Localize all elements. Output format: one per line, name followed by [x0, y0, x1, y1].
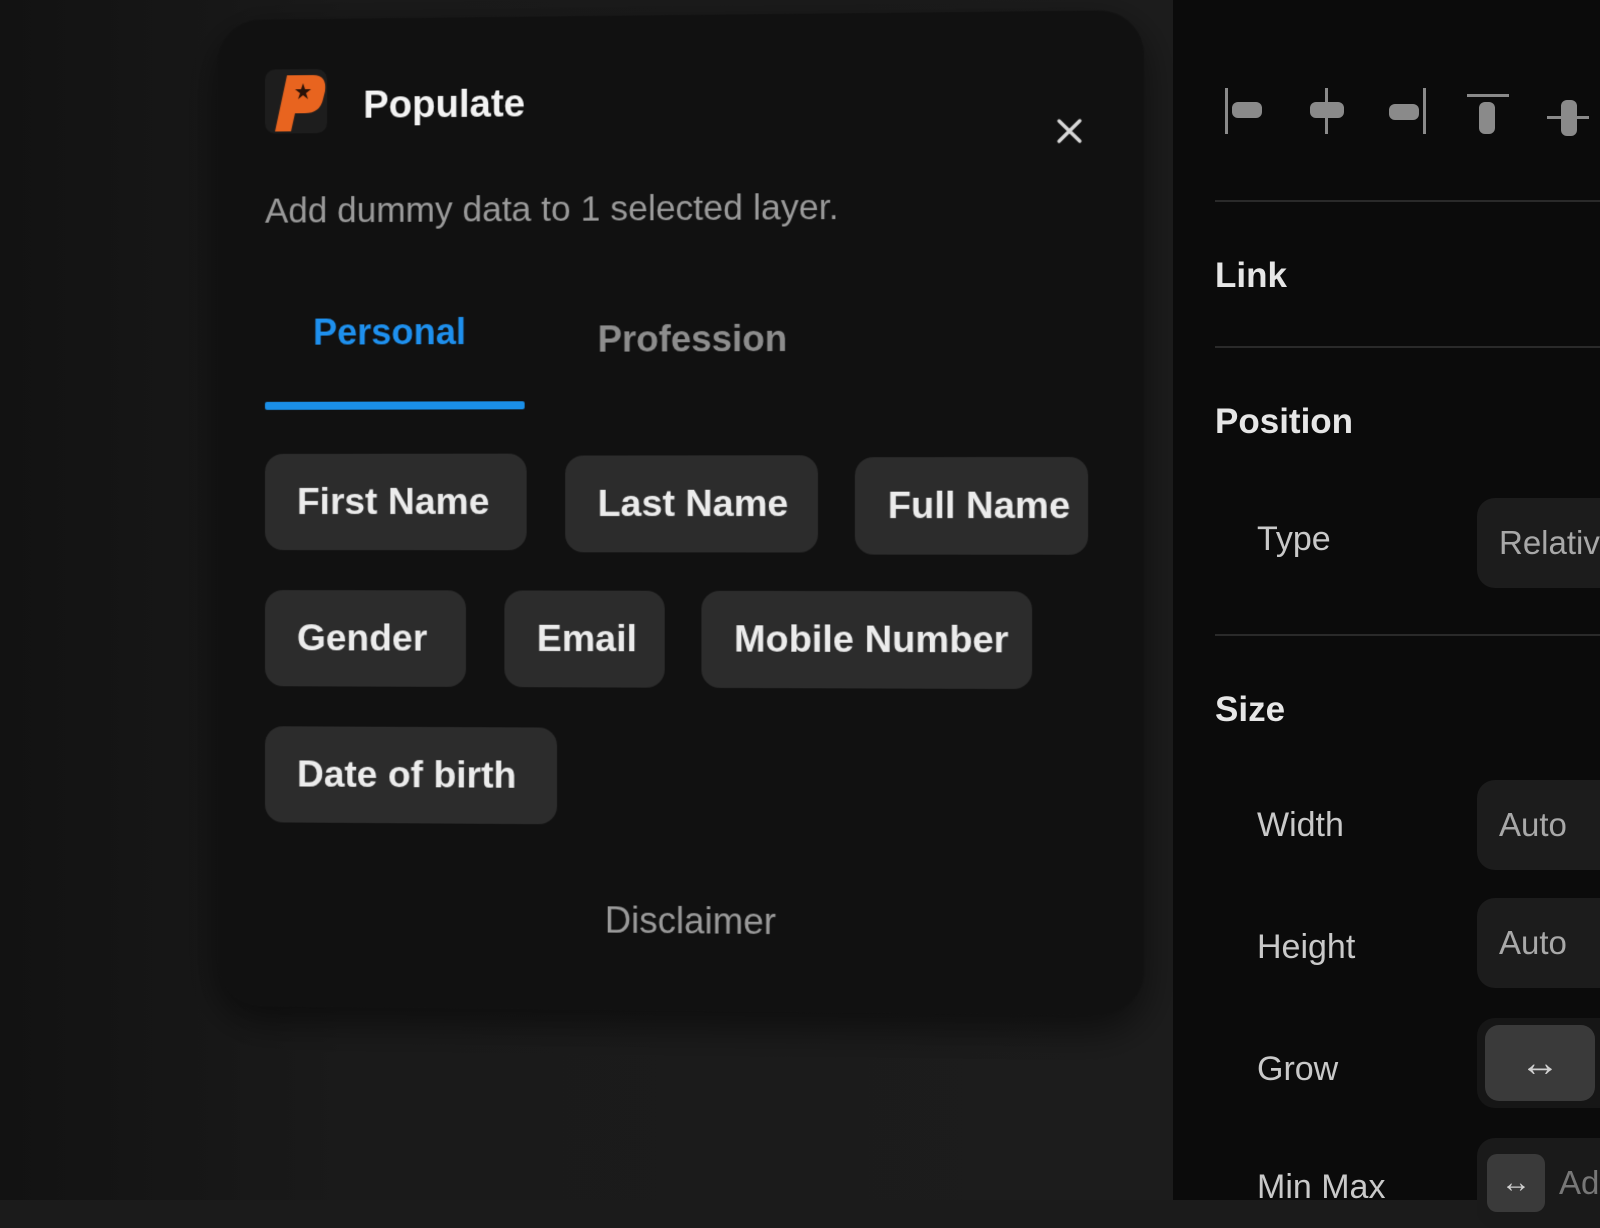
section-title-size: Size [1215, 690, 1286, 729]
section-title-link: Link [1215, 256, 1287, 295]
close-button[interactable] [1049, 110, 1090, 151]
align-horizontal-center-icon[interactable] [1303, 80, 1351, 140]
properties-panel: Link Position Type Relativ Size Width Au… [1173, 0, 1600, 1228]
width-label: Width [1257, 806, 1344, 844]
populate-plugin-modal: Populate Add dummy data to 1 selected la… [217, 10, 1145, 1016]
divider [1215, 200, 1600, 202]
chip-first-name[interactable]: First Name [264, 453, 527, 551]
type-select[interactable]: Relativ [1477, 498, 1600, 588]
min-max-horizontal-icon[interactable]: ↔ [1487, 1154, 1545, 1212]
align-left-icon[interactable] [1223, 80, 1271, 140]
min-max-control: ↔ Ad [1477, 1138, 1600, 1228]
modal-subtitle: Add dummy data to 1 selected layer. [264, 187, 839, 231]
grow-control: ↔ [1477, 1018, 1600, 1108]
grow-label: Grow [1257, 1050, 1339, 1088]
chip-full-name[interactable]: Full Name [854, 456, 1089, 555]
close-icon [1056, 118, 1083, 145]
align-vertical-center-icon[interactable] [1543, 80, 1591, 140]
divider [1215, 346, 1600, 348]
height-label: Height [1257, 928, 1356, 966]
align-top-icon[interactable] [1463, 80, 1511, 140]
modal-title: Populate [363, 83, 526, 127]
chip-gender[interactable]: Gender [264, 590, 467, 687]
chip-mobile-number[interactable]: Mobile Number [701, 590, 1033, 690]
type-label: Type [1257, 520, 1331, 558]
height-input[interactable]: Auto [1477, 898, 1600, 988]
populate-logo-icon [264, 68, 328, 134]
active-tab-indicator [264, 401, 525, 410]
tab-profession[interactable]: Profession [598, 318, 788, 361]
divider [1215, 634, 1600, 636]
width-input[interactable]: Auto [1477, 780, 1600, 870]
section-title-position: Position [1215, 402, 1354, 441]
category-tabs: Personal Profession [264, 309, 873, 422]
tab-personal[interactable]: Personal [313, 311, 466, 354]
data-chips: First Name Last Name Full Name Gender Em… [264, 453, 1101, 825]
disclaimer-link[interactable]: Disclaimer [605, 899, 776, 943]
grow-horizontal-icon[interactable]: ↔ [1485, 1025, 1595, 1101]
chip-email[interactable]: Email [504, 590, 665, 688]
min-max-value[interactable]: Ad [1559, 1164, 1599, 1202]
min-max-label: Min Max [1257, 1168, 1386, 1206]
chip-last-name[interactable]: Last Name [565, 455, 818, 553]
chip-date-of-birth[interactable]: Date of birth [264, 726, 558, 825]
alignment-toolbar [1223, 80, 1600, 140]
align-right-icon[interactable] [1383, 80, 1431, 140]
